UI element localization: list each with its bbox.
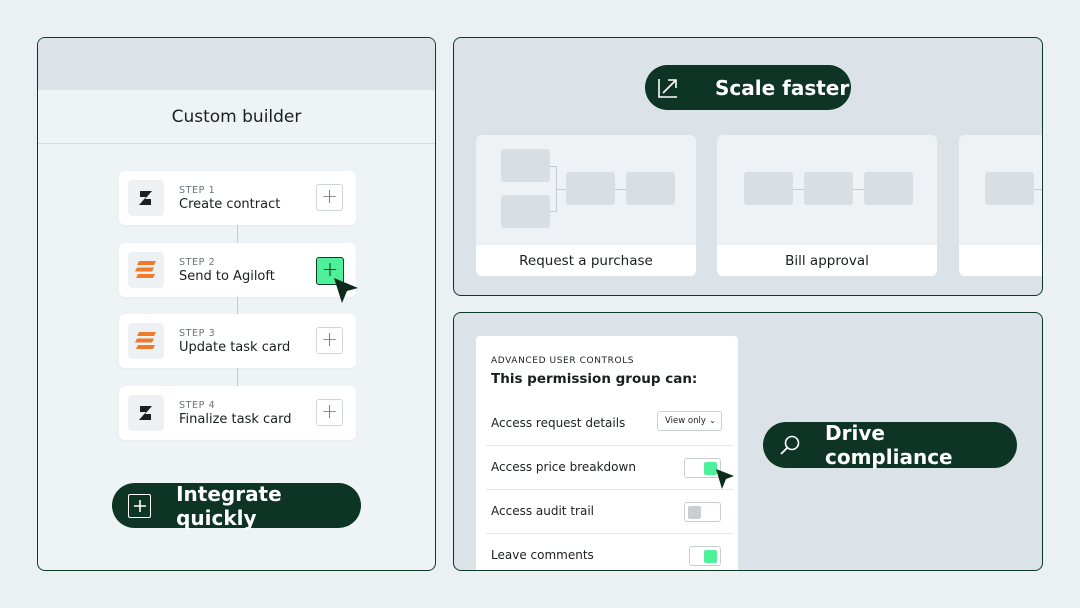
chevron-down-icon: ⌄ bbox=[709, 416, 716, 425]
leave-comments-toggle[interactable] bbox=[689, 546, 721, 566]
step-label: STEP 4 bbox=[179, 400, 216, 411]
pill-label: Scale faster bbox=[715, 75, 850, 100]
arrow-up-right-icon bbox=[657, 77, 679, 99]
permission-label: Leave comments bbox=[491, 548, 594, 562]
step-name: Create contract bbox=[179, 197, 281, 212]
permission-title: This permission group can: bbox=[491, 371, 698, 387]
step-card-3[interactable]: STEP 3 Update task card + bbox=[119, 314, 356, 368]
custom-builder-panel: Custom builder STEP 1 Create contract + … bbox=[37, 37, 436, 571]
z-logo-icon bbox=[128, 395, 164, 431]
step-name: Send to Agiloft bbox=[179, 269, 275, 284]
integrate-quickly-pill: Integrate quickly bbox=[112, 481, 361, 530]
workflow-connector bbox=[556, 189, 566, 190]
permission-label: Access request details bbox=[491, 416, 626, 430]
agiloft-logo-icon bbox=[128, 323, 164, 359]
workflow-node bbox=[626, 172, 675, 205]
workflow-node bbox=[864, 172, 913, 205]
workflow-card-label: Bill approval bbox=[717, 245, 937, 276]
permission-card: ADVANCED USER CONTROLS This permission g… bbox=[476, 336, 738, 570]
add-step-button[interactable]: + bbox=[316, 327, 343, 354]
z-logo-icon bbox=[128, 180, 164, 216]
step-card-1[interactable]: STEP 1 Create contract + bbox=[119, 171, 356, 225]
workflow-node bbox=[566, 172, 615, 205]
audit-trail-toggle[interactable] bbox=[684, 502, 721, 522]
workflow-node bbox=[501, 195, 550, 228]
pill-label: Drive compliance bbox=[825, 421, 953, 469]
step-label: STEP 1 bbox=[179, 185, 216, 196]
workflow-connector bbox=[853, 189, 864, 190]
workflow-node bbox=[804, 172, 853, 205]
builder-header-bar bbox=[38, 38, 435, 90]
workflow-connector bbox=[793, 189, 804, 190]
step-name: Finalize task card bbox=[179, 412, 292, 427]
workflow-card-partial[interactable] bbox=[959, 135, 1042, 276]
workflow-connector bbox=[615, 189, 626, 190]
workflow-card-label bbox=[959, 245, 1042, 276]
workflow-card[interactable]: Bill approval bbox=[717, 135, 937, 276]
step-label: STEP 3 bbox=[179, 328, 216, 339]
add-step-button[interactable]: + bbox=[316, 184, 343, 211]
builder-title: Custom builder bbox=[38, 90, 435, 144]
step-connector bbox=[237, 225, 238, 243]
add-step-button[interactable]: + bbox=[316, 399, 343, 426]
workflow-card-label: Request a purchase bbox=[476, 245, 696, 276]
drive-compliance-panel: ADVANCED USER CONTROLS This permission g… bbox=[453, 312, 1043, 571]
permission-eyebrow: ADVANCED USER CONTROLS bbox=[491, 356, 635, 366]
step-connector bbox=[237, 296, 238, 314]
workflow-connector bbox=[1034, 189, 1042, 190]
select-value: View only bbox=[665, 416, 706, 426]
step-card-2[interactable]: STEP 2 Send to Agiloft + bbox=[119, 243, 358, 303]
search-icon bbox=[779, 434, 801, 456]
workflow-node bbox=[501, 149, 550, 182]
workflow-card[interactable]: Request a purchase bbox=[476, 135, 696, 276]
toggle-knob bbox=[688, 506, 701, 519]
agiloft-logo-icon bbox=[128, 252, 164, 288]
permission-row: Access price breakdown bbox=[486, 446, 734, 490]
scale-faster-pill: Scale faster bbox=[645, 65, 851, 110]
permission-row: Access request details View only ⌄ bbox=[486, 402, 734, 446]
toggle-knob bbox=[704, 550, 717, 563]
drive-compliance-pill: Drive compliance bbox=[763, 421, 1017, 469]
access-level-select[interactable]: View only ⌄ bbox=[657, 411, 722, 431]
cursor-arrow-icon bbox=[334, 278, 358, 303]
permission-row: Leave comments bbox=[486, 534, 734, 570]
permission-label: Access audit trail bbox=[491, 504, 594, 518]
workflow-node bbox=[985, 172, 1034, 205]
step-connector bbox=[237, 368, 238, 386]
scale-faster-panel: Scale faster Request a purchase Bill app… bbox=[453, 37, 1043, 296]
workflow-node bbox=[744, 172, 793, 205]
cursor-arrow-icon bbox=[716, 469, 734, 489]
step-label: STEP 2 bbox=[179, 257, 216, 268]
pill-label: Integrate quickly bbox=[176, 481, 282, 530]
step-card-4[interactable]: STEP 4 Finalize task card + bbox=[119, 386, 356, 440]
plus-square-icon bbox=[128, 493, 152, 518]
step-name: Update task card bbox=[179, 340, 291, 355]
permission-row: Access audit trail bbox=[486, 490, 734, 534]
permission-label: Access price breakdown bbox=[491, 460, 636, 474]
